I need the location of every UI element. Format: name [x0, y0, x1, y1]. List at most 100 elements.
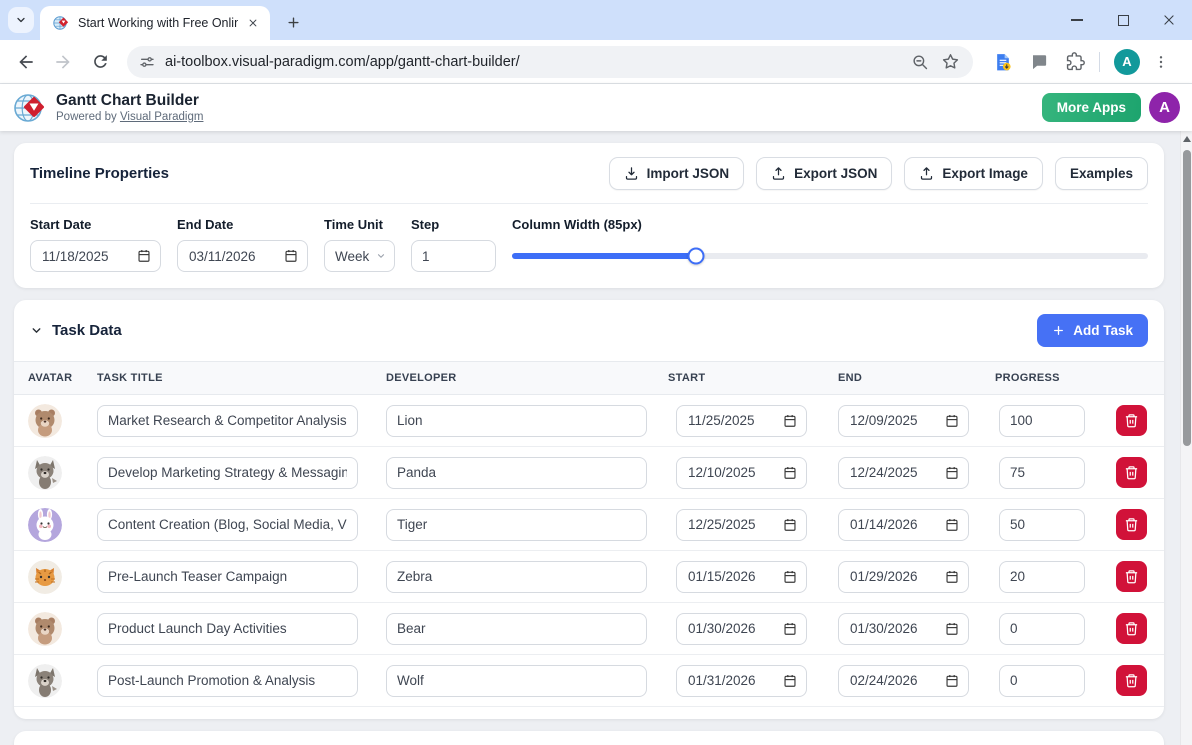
task-title-input[interactable] [97, 457, 358, 489]
end-date-input[interactable] [838, 561, 969, 593]
start-date-input[interactable] [30, 240, 161, 272]
end-date-input[interactable] [838, 457, 969, 489]
developer-input[interactable] [386, 665, 647, 697]
end-date-value[interactable] [187, 248, 284, 265]
calendar-icon[interactable] [945, 674, 959, 688]
start-date-value[interactable] [686, 672, 783, 689]
column-width-slider[interactable] [512, 240, 1148, 272]
browser-tab[interactable]: Start Working with Free Online [40, 6, 270, 40]
delete-task-button[interactable] [1116, 405, 1147, 436]
calendar-icon[interactable] [137, 249, 151, 263]
extensions-button[interactable] [1061, 48, 1089, 76]
task-title-input[interactable] [97, 613, 358, 645]
visual-paradigm-link[interactable]: Visual Paradigm [120, 111, 204, 123]
delete-task-button[interactable] [1116, 613, 1147, 644]
task-data-collapse-toggle[interactable]: Task Data [30, 322, 122, 339]
end-date-input[interactable] [177, 240, 308, 272]
step-input[interactable] [411, 240, 496, 272]
start-date-value[interactable] [686, 568, 783, 585]
bookmark-button[interactable] [937, 49, 963, 75]
scrollbar-up-arrow-icon[interactable] [1181, 131, 1192, 146]
progress-input[interactable] [999, 405, 1085, 437]
progress-input[interactable] [999, 457, 1085, 489]
end-date-value[interactable] [848, 412, 945, 429]
calendar-icon[interactable] [783, 622, 797, 636]
zoom-indicator-button[interactable] [907, 49, 933, 75]
user-avatar[interactable]: A [1149, 92, 1180, 123]
task-title-input[interactable] [97, 561, 358, 593]
calendar-icon[interactable] [783, 674, 797, 688]
end-date-value[interactable] [848, 516, 945, 533]
slider-track[interactable] [512, 253, 1148, 259]
progress-input[interactable] [999, 509, 1085, 541]
examples-button[interactable]: Examples [1055, 157, 1148, 190]
start-date-input[interactable] [676, 405, 807, 437]
calendar-icon[interactable] [945, 466, 959, 480]
end-date-input[interactable] [838, 405, 969, 437]
end-date-input[interactable] [838, 665, 969, 697]
calendar-icon[interactable] [945, 414, 959, 428]
delete-task-button[interactable] [1116, 509, 1147, 540]
calendar-icon[interactable] [783, 414, 797, 428]
progress-input[interactable] [999, 665, 1085, 697]
developer-input[interactable] [386, 405, 647, 437]
developer-input[interactable] [386, 613, 647, 645]
start-date-value[interactable] [686, 412, 783, 429]
maximize-button[interactable] [1100, 0, 1146, 40]
calendar-icon[interactable] [945, 570, 959, 584]
calendar-icon[interactable] [783, 518, 797, 532]
start-date-value[interactable] [686, 516, 783, 533]
url-text[interactable]: ai-toolbox.visual-paradigm.com/app/gantt… [165, 54, 903, 70]
reload-button[interactable] [86, 48, 114, 76]
task-title-input[interactable] [97, 509, 358, 541]
start-date-input[interactable] [676, 561, 807, 593]
scrollbar-thumb[interactable] [1183, 150, 1191, 446]
calendar-icon[interactable] [783, 466, 797, 480]
delete-task-button[interactable] [1116, 665, 1147, 696]
tab-close-icon[interactable] [244, 14, 262, 32]
end-date-value[interactable] [848, 568, 945, 585]
tab-search-button[interactable] [8, 7, 34, 33]
developer-input[interactable] [386, 509, 647, 541]
task-title-input[interactable] [97, 405, 358, 437]
minimize-button[interactable] [1054, 0, 1100, 40]
browser-menu-button[interactable] [1148, 49, 1174, 75]
forward-button[interactable] [49, 48, 77, 76]
task-title-input[interactable] [97, 665, 358, 697]
start-date-input[interactable] [676, 457, 807, 489]
import-json-button[interactable]: Import JSON [609, 157, 745, 190]
end-date-value[interactable] [848, 464, 945, 481]
time-unit-select[interactable]: Week [324, 240, 395, 272]
calendar-icon[interactable] [945, 622, 959, 636]
calendar-icon[interactable] [284, 249, 298, 263]
developer-input[interactable] [386, 457, 647, 489]
end-date-value[interactable] [848, 620, 945, 637]
start-date-value[interactable] [686, 620, 783, 637]
new-tab-button[interactable] [280, 9, 306, 35]
delete-task-button[interactable] [1116, 457, 1147, 488]
export-json-button[interactable]: Export JSON [756, 157, 892, 190]
export-image-button[interactable]: Export Image [904, 157, 1043, 190]
calendar-icon[interactable] [945, 518, 959, 532]
start-date-input[interactable] [676, 665, 807, 697]
start-date-input[interactable] [676, 509, 807, 541]
column-width-thumb[interactable] [688, 248, 705, 265]
address-bar[interactable]: ai-toolbox.visual-paradigm.com/app/gantt… [127, 46, 973, 78]
browser-profile-avatar[interactable]: A [1114, 49, 1140, 75]
progress-input[interactable] [999, 561, 1085, 593]
delete-task-button[interactable] [1116, 561, 1147, 592]
end-date-input[interactable] [838, 613, 969, 645]
developer-input[interactable] [386, 561, 647, 593]
add-task-button[interactable]: Add Task [1037, 314, 1148, 347]
start-date-value[interactable] [40, 248, 137, 265]
back-button[interactable] [12, 48, 40, 76]
page-scrollbar[interactable] [1180, 131, 1192, 745]
more-apps-button[interactable]: More Apps [1042, 93, 1141, 122]
end-date-input[interactable] [838, 509, 969, 541]
end-date-value[interactable] [848, 672, 945, 689]
calendar-icon[interactable] [783, 570, 797, 584]
progress-input[interactable] [999, 613, 1085, 645]
start-date-input[interactable] [676, 613, 807, 645]
extension-docs-button[interactable] [989, 48, 1017, 76]
start-date-value[interactable] [686, 464, 783, 481]
